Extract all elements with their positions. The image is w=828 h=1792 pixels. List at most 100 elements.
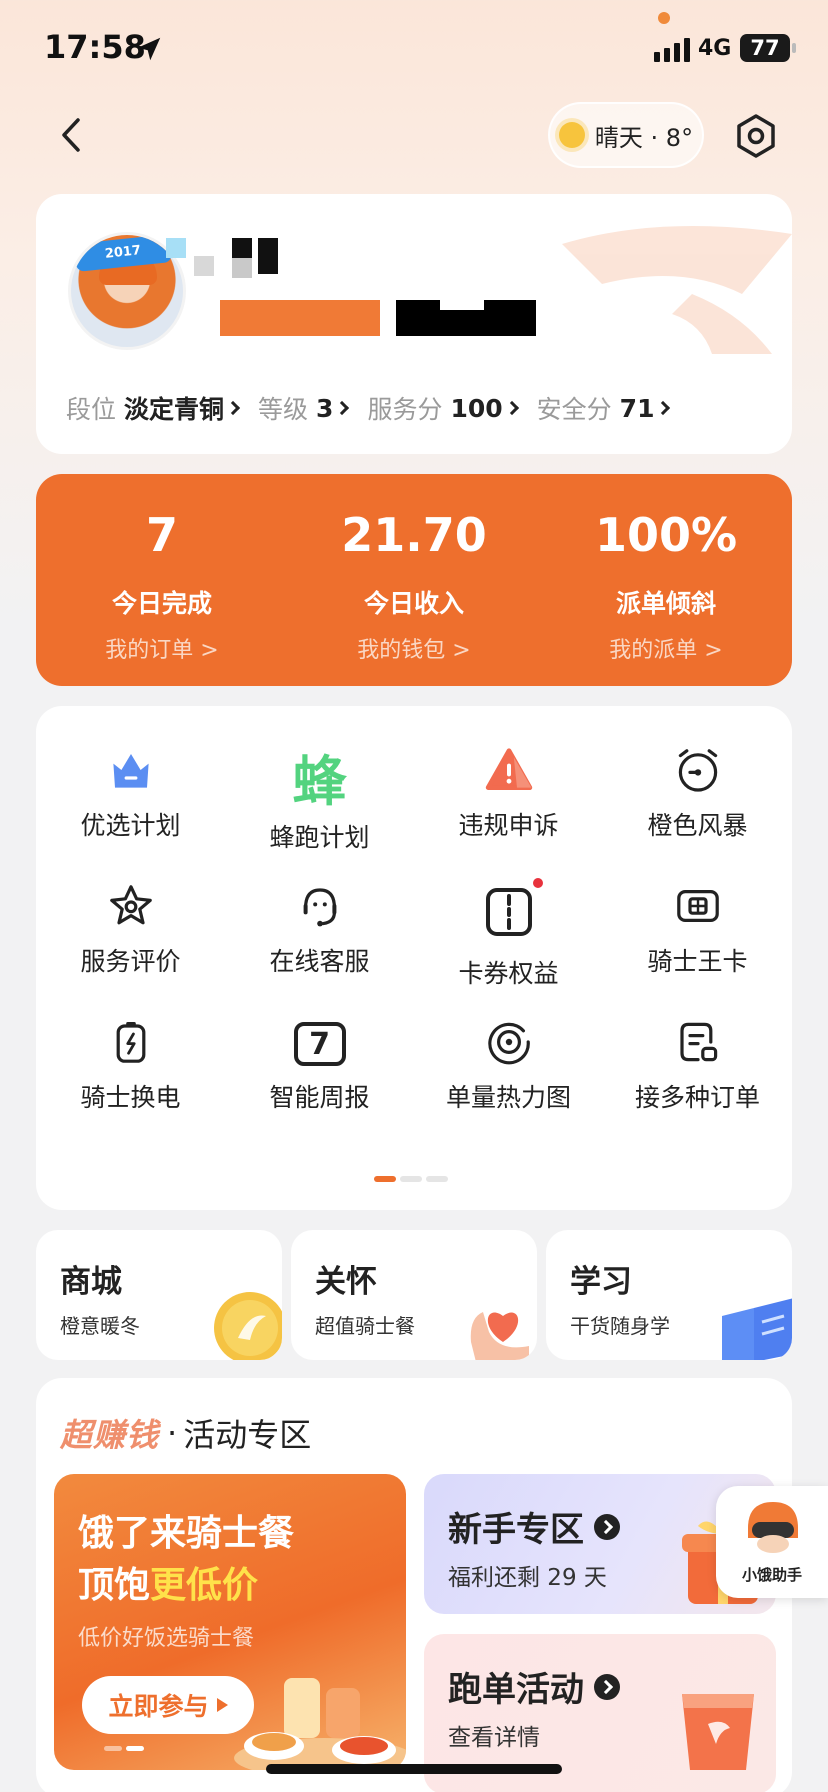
redacted-username [232,258,252,278]
stat-rank[interactable]: 段位 淡定青铜 [66,390,241,426]
join-now-button[interactable]: 立即参与 [82,1676,254,1734]
battery-swap-icon [116,1022,145,1063]
my-wallet-link[interactable]: 我的钱包 > [357,632,470,664]
rider-meal-promo-banner[interactable]: 饿了来骑士餐 顶饱更低价 低价好饭选骑士餐 立即参与 [54,1474,406,1770]
order-doc-icon [679,1022,717,1062]
chevron-right-icon [504,400,519,416]
page-dot-active [374,1176,396,1182]
menu-item-online-support[interactable]: 在线客服 [225,842,414,978]
menu-item-orange-storm[interactable]: 橙色风暴 [603,706,792,842]
promo-page-indicator [104,1746,144,1751]
quick-card-care[interactable]: 关怀 超值骑士餐 [291,1230,537,1360]
menu-item-service-review[interactable]: 服务评价 [36,842,225,978]
book-icon [722,1298,792,1360]
alarm-clock-icon [678,749,717,792]
chevron-right-icon [656,400,671,416]
home-indicator[interactable] [266,1764,562,1774]
arrow-right-circle-icon [594,1673,620,1700]
assistant-label: 小饿助手 [741,1566,802,1584]
redacted-id [220,300,380,336]
summary-dispatch[interactable]: 100% 派单倾斜 我的派单 > [540,474,792,686]
redacted-username [232,238,252,258]
signal-icon [654,38,690,62]
separator-dot: · [167,1414,178,1452]
activity-zone: 超赚钱 · 活动专区 饿了来骑士餐 顶饱更低价 低价好饭选骑士餐 立即参与 新手… [36,1378,792,1792]
dispatch-rate: 100% [594,508,738,562]
promo-subtitle: 低价好饭选骑士餐 [78,1626,255,1651]
assistant-float-button[interactable]: 小饿助手 [716,1486,828,1598]
menu-item-order-heatmap[interactable]: 单量热力图 [414,978,603,1114]
stat-safety-score[interactable]: 安全分 71 [537,390,671,426]
menu-item-multi-orders[interactable]: 接多种订单 [603,978,792,1114]
coin-icon [214,1292,282,1360]
promo-headline-highlight: 更低价 [150,1565,259,1606]
coupon-icon [485,888,532,936]
menu-item-rider-card[interactable]: 骑士王卡 [603,842,792,978]
summary-completed[interactable]: 7 今日完成 我的订单 > [36,474,288,686]
assistant-avatar-icon [748,1502,798,1553]
stat-service-score[interactable]: 服务分 100 [367,390,519,426]
card-icon [676,890,719,922]
bee-char-icon: 蜂 [292,749,347,813]
activity-brand: 超赚钱 [60,1416,160,1454]
location-arrow-icon [137,37,161,61]
page-dot [104,1746,122,1751]
redacted-id [440,298,484,310]
menu-item-violation-appeal[interactable]: 违规申诉 [414,706,603,842]
completed-count: 7 [145,508,178,562]
my-dispatch-link[interactable]: 我的派单 > [609,632,722,664]
page-dot-active [126,1746,144,1751]
privacy-indicator-dot [658,12,670,24]
page-dot [400,1176,422,1182]
quick-card-learning[interactable]: 学习 干货随身学 [546,1230,792,1360]
settings-button[interactable] [732,112,780,160]
newbie-zone-label: 新手专区 [448,1510,584,1550]
grid-page-indicator [374,1176,448,1182]
running-activity-subtitle: 查看详情 [448,1725,540,1751]
battery-indicator: 77 [740,34,790,62]
star-icon [109,885,152,925]
quick-card-mall[interactable]: 商城 橙意暖冬 [36,1230,282,1360]
headset-icon [303,888,336,927]
coupon-icon-wrap [479,876,545,942]
cup-icon [682,1694,754,1770]
newbie-zone-subtitle: 福利还剩 29 天 [448,1565,607,1591]
status-time: 17:58 [44,28,146,66]
rider-stats-row: 段位 淡定青铜 等级 3 服务分 100 安全分 71 [66,390,688,426]
calendar-icon: 7 [293,1022,346,1066]
income-label: 今日收入 [363,589,464,618]
menu-item-weekly-report[interactable]: 7 智能周报 [225,978,414,1114]
warning-icon [485,748,532,790]
page-dot [426,1176,448,1182]
newbie-zone-title: 新手专区 [448,1502,620,1551]
menu-item-coupon-benefits[interactable]: 卡券权益 [414,842,603,988]
avatar-badge-banner: 2017 [73,235,173,272]
redacted-username [194,256,214,276]
redacted-username [258,238,278,274]
menu-item-battery-swap[interactable]: 骑士换电 [36,978,225,1114]
feature-grid: 优选计划 蜂 蜂跑计划 违规申诉 橙色风暴 服务评价 在线客服 卡券权益 骑士王… [36,706,792,1210]
join-now-label: 立即参与 [108,1692,209,1721]
promo-headline-prefix: 顶饱 [78,1565,151,1606]
battery-tip [792,43,796,53]
stat-level[interactable]: 等级 3 [258,390,350,426]
activity-header: 超赚钱 · 活动专区 [60,1410,311,1456]
brand-watermark [562,226,792,354]
weather-text: 晴天 · 8° [594,123,694,152]
running-activity-label: 跑单活动 [448,1670,584,1710]
income-amount: 21.70 [341,508,487,562]
menu-item-preferred-plan[interactable]: 优选计划 [36,706,225,842]
my-orders-link[interactable]: 我的订单 > [105,632,218,664]
redacted-username [166,238,186,258]
summary-income[interactable]: 21.70 今日收入 我的钱包 > [288,474,540,686]
target-icon [487,1022,530,1065]
sun-icon [558,122,585,148]
promo-headline: 饿了来骑士餐 [78,1513,295,1554]
promo-headline-2: 顶饱更低价 [78,1556,258,1608]
back-button[interactable] [50,112,96,158]
weather-pill[interactable]: 晴天 · 8° [548,102,704,168]
crown-icon [112,754,149,788]
profile-card[interactable]: 2017 段位 淡定青铜 等级 3 服务分 100 安全分 71 [36,194,792,454]
completed-label: 今日完成 [111,589,212,618]
menu-item-bee-run-plan[interactable]: 蜂 蜂跑计划 [225,706,414,853]
